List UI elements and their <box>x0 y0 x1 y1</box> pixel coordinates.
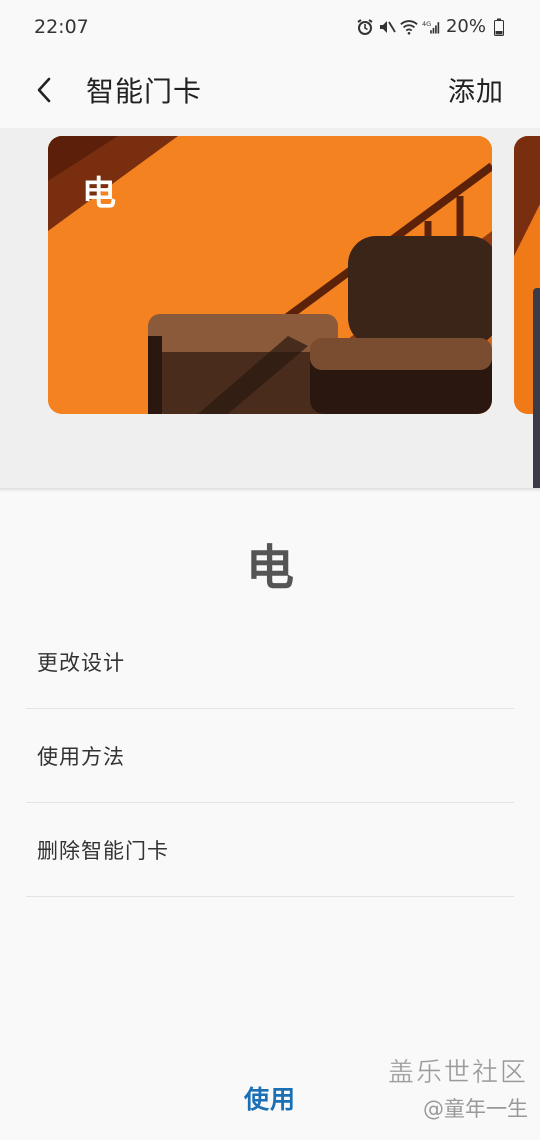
svg-text:4G: 4G <box>422 20 431 28</box>
door-card[interactable]: 电 <box>48 136 492 414</box>
status-time: 22:07 <box>34 16 89 38</box>
page-title: 智能门卡 <box>86 75 203 108</box>
edge-panel-handle[interactable] <box>533 288 540 490</box>
status-bar: 22:07 4G 20% <box>0 0 540 56</box>
watermark: 盖乐世社区 @童年一生 <box>388 1052 528 1123</box>
back-button[interactable] <box>22 68 66 112</box>
delete-card-item[interactable]: 删除智能门卡 <box>26 803 514 897</box>
chevron-left-icon <box>37 77 51 103</box>
change-design-item[interactable]: 更改设计 <box>26 616 514 709</box>
card-name: 电 <box>245 540 294 596</box>
watermark-title: 盖乐世社区 <box>387 1058 528 1089</box>
options-menu: 更改设计 使用方法 删除智能门卡 <box>26 616 514 897</box>
battery-icon <box>490 18 508 36</box>
how-to-use-item[interactable]: 使用方法 <box>26 709 514 803</box>
add-button[interactable]: 添加 <box>448 70 504 109</box>
signal-4g-icon: 4G <box>422 18 440 36</box>
card-label: 电 <box>82 174 116 214</box>
wifi-icon <box>400 18 418 36</box>
divider <box>0 488 540 492</box>
watermark-author: @童年一生 <box>423 1097 528 1121</box>
app-bar: 智能门卡 添加 <box>0 56 540 128</box>
battery-percent: 20% <box>445 16 486 37</box>
card-carousel[interactable]: 电 <box>0 128 540 490</box>
status-icons: 4G 20% <box>356 16 508 37</box>
mute-icon <box>378 18 396 36</box>
alarm-icon <box>356 18 374 36</box>
